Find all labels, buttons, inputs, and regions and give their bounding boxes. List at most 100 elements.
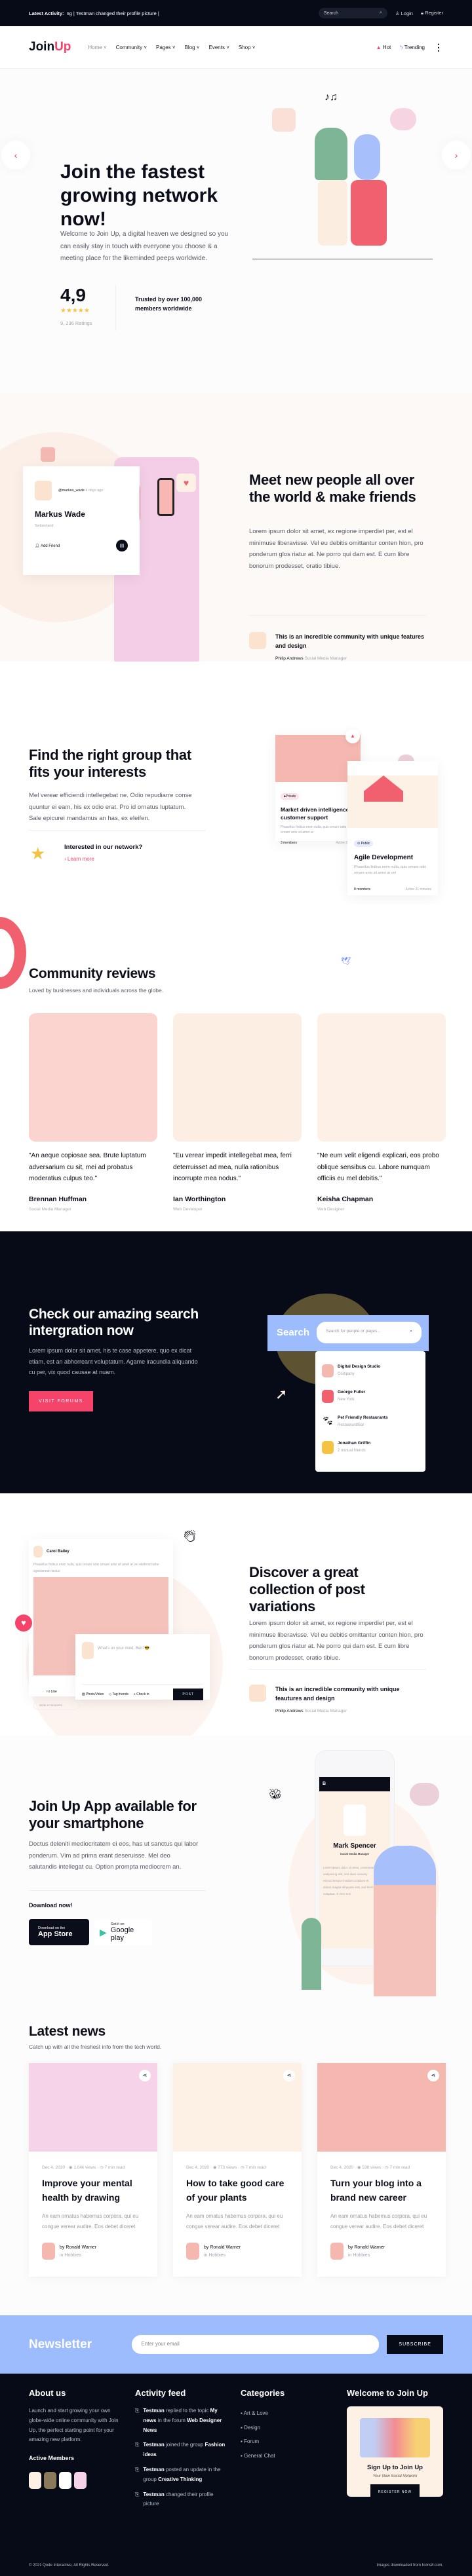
message-button[interactable]: ▤ [116, 540, 128, 551]
login-label: Login [401, 10, 413, 16]
nav-shop[interactable]: Shop ˅ [239, 45, 256, 50]
phone-profile-text: Lorem ipsum dolor sit amet, consetetur s… [323, 1866, 374, 1895]
chat-bubble-icon [390, 108, 416, 130]
phone-profile-name: Mark Spencer [333, 1842, 376, 1850]
signup-widget: Sign Up to Join Up Your New Social Netwo… [347, 2406, 443, 2500]
nav-pages[interactable]: Pages ˅ [156, 45, 176, 50]
category-link[interactable]: ▪ General Chat [241, 2449, 275, 2463]
newsletter-email-input[interactable]: Enter your email [132, 2335, 380, 2354]
activity-icon: ⎘ [135, 2442, 140, 2448]
share-icon[interactable]: ⋖ [427, 2070, 439, 2081]
star-icon: ★ [30, 844, 46, 863]
avatar [41, 447, 55, 462]
latest-activity-ticker[interactable]: ng | Testman changed their profile pictu… [67, 10, 159, 16]
review-quote: "Eu verear impedit intellegebat mea, fer… [173, 1152, 292, 1182]
category-link[interactable]: ▪ Design [241, 2421, 275, 2435]
share-icon[interactable]: ⋖ [139, 2070, 151, 2081]
search-result[interactable]: Digital Design Studio Company [322, 1364, 419, 1390]
groups-title: Find the right group that fits your inte… [29, 747, 191, 780]
categories-title: Categories [241, 2388, 285, 2398]
activity-item: ⎘ Testman changed their profile picture [135, 2490, 230, 2510]
register-now-button[interactable]: REGISTER NOW [370, 2484, 420, 2500]
app-title: Join Up App available for your smartphon… [29, 1798, 197, 1831]
share-icon[interactable]: ⋖ [283, 2070, 295, 2081]
activity-icon: ⎘ [135, 2466, 140, 2473]
search-results: Digital Design Studio Company George Full… [315, 1351, 425, 1472]
signup-title: Sign Up to Join Up [367, 2464, 423, 2471]
learn-more-link[interactable]: › Learn more [64, 856, 94, 862]
composer-input[interactable]: What's on your mind, Ben?😎 [98, 1646, 149, 1659]
nav-community[interactable]: Community ˅ [116, 45, 147, 50]
activity-feed: ⎘ Testman replied to the topic My news in… [135, 2406, 230, 2509]
add-user-icon: 👤︎ [35, 544, 41, 548]
app-section: Join Up App available for your smartphon… [0, 1736, 472, 1998]
check-in-button[interactable]: ⌖ Check in [134, 1692, 149, 1696]
nav-home[interactable]: Home ˅ [88, 45, 106, 50]
slider-prev-button[interactable]: ‹ [1, 141, 30, 170]
about-title: About us [29, 2388, 66, 2398]
category-link[interactable]: ▪ Art & Love [241, 2406, 275, 2421]
credits-link[interactable]: Images downloaded from Icons8.com. [377, 2564, 443, 2567]
trusted-text: Trusted by over 100,000 members worldwid… [135, 296, 203, 312]
newsletter-section: Newsletter Enter your email SUBSCRIBE [0, 2315, 472, 2374]
subscribe-button[interactable]: SUBSCRIBE [387, 2335, 443, 2354]
reviews-title: Community reviews [29, 966, 156, 981]
google-play-button[interactable]: ▶ Get it on Google play [94, 1919, 152, 1945]
member-avatar[interactable] [59, 2472, 71, 2489]
rating-stars: ★★★★★ [60, 307, 90, 314]
news-image: ⋖ [317, 2063, 446, 2152]
comment-input[interactable]: Write a comment... [33, 1700, 79, 1710]
cactus-illustration [302, 1918, 321, 1990]
download-label: Download now! [29, 1902, 73, 1909]
profile-name: Markus Wade [35, 510, 85, 519]
news-meta: Dec 4, 2020 · ◉ 1.04k views · ◷ 7 min re… [42, 2165, 125, 2170]
news-card[interactable]: ⋖ Dec 4, 2020 · ◉ 1.04k views · ◷ 7 min r… [29, 2063, 157, 2277]
more-menu-icon[interactable]: ⋮ [434, 42, 443, 53]
reviews-subtitle: Loved by businesses and individuals acro… [29, 987, 164, 994]
app-store-button[interactable]: Download on the App Store [29, 1919, 89, 1945]
divider [29, 1890, 206, 1891]
post-button[interactable]: POST [173, 1689, 203, 1700]
news-card[interactable]: ⋖ Dec 4, 2020 · ◉ 538 views · ◷ 7 min rea… [317, 2063, 446, 2277]
visit-forums-button[interactable]: VISIT FORUMS [29, 1391, 93, 1411]
categories-list: ▪ Art & Love ▪ Design ▪ Forum ▪ General … [241, 2406, 275, 2463]
activity-icon: ⎘ [135, 2408, 140, 2414]
add-friend-button[interactable]: 👤︎ Add Friend [35, 544, 60, 548]
group-text: Phasellus finibus enim nulla, quis ornar… [354, 865, 427, 876]
tag-friends-button[interactable]: ◇ Tag friends [109, 1692, 128, 1696]
divider [115, 285, 116, 331]
search-result[interactable]: George Fuller New York [322, 1390, 419, 1415]
news-card[interactable]: ⋖ Dec 4, 2020 · ◉ 773 views · ◷ 7 min rea… [173, 2063, 302, 2277]
search-result[interactable]: 🐾︎ Pet Friendly Restaurants Restaurant/Bar [322, 1415, 419, 1441]
profile-handle[interactable]: @markus_wade 4 days ago [58, 489, 103, 493]
trending-link[interactable]: ϟ Trending [400, 45, 425, 50]
logo[interactable]: JoinUp [29, 40, 71, 54]
search-result[interactable]: Jonathan Griffin 2 mutual friends [322, 1441, 419, 1466]
top-search-input[interactable]: Search ⌕ [318, 8, 387, 18]
member-avatar[interactable] [74, 2472, 87, 2489]
logo-text: Join [29, 40, 55, 54]
paw-icon: 🐾︎ [322, 1415, 334, 1426]
meet-section: ♥ @markus_wade 4 days ago Markus Wade Sw… [0, 393, 472, 662]
group-card[interactable]: ⊙ Public Agile Development Phasellus fin… [347, 761, 438, 895]
member-avatar[interactable] [44, 2472, 56, 2489]
member-avatar[interactable] [29, 2472, 41, 2489]
music-notes-icon: ♪♫ [324, 92, 338, 103]
search-icon[interactable]: ⌕ [380, 10, 382, 16]
photo-video-button[interactable]: ▨ Photo/Video [82, 1692, 104, 1696]
news-subtitle: Catch up with all the freshest info from… [29, 2044, 162, 2050]
footer: About us Launch and start growing your o… [0, 2374, 472, 2576]
nav-blog[interactable]: Blog ˅ [185, 45, 200, 50]
register-link[interactable]: 🔒︎ Register [421, 10, 443, 16]
search-widget-input[interactable]: Search for people or pages... ⌕ [317, 1322, 422, 1343]
profile-card: @markus_wade 4 days ago Markus Wade Swit… [23, 466, 140, 575]
category-link[interactable]: ▪ Forum [241, 2435, 275, 2449]
group-title: Market driven intelligence & customer su… [281, 806, 355, 821]
hot-link[interactable]: ▲ Hot [376, 45, 391, 50]
login-link[interactable]: ♙ Login [395, 10, 413, 16]
news-list: ⋖ Dec 4, 2020 · ◉ 1.04k views · ◷ 7 min r… [29, 2063, 446, 2277]
register-label: Register [425, 10, 443, 16]
slider-next-button[interactable]: › [442, 141, 471, 170]
avatar [249, 1685, 266, 1702]
nav-events[interactable]: Events ˅ [209, 45, 229, 50]
